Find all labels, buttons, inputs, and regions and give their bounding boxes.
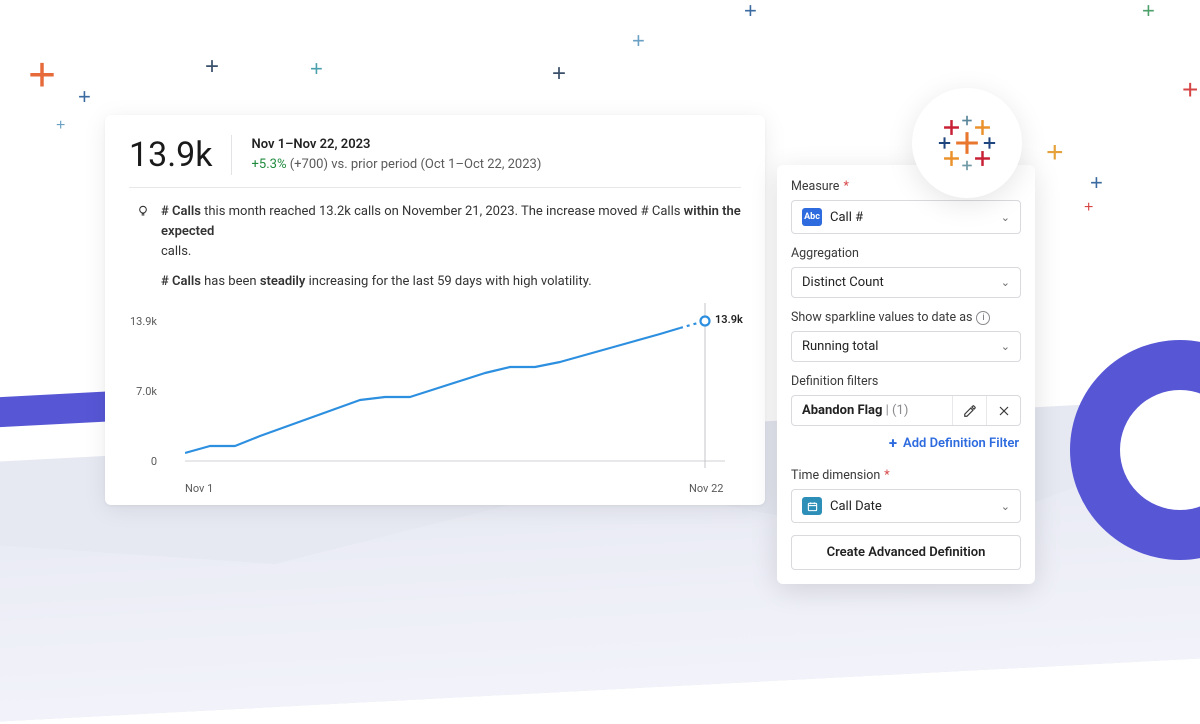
edit-filter-button[interactable] <box>952 396 986 425</box>
measure-select[interactable]: Abc Call # ⌄ <box>791 200 1021 234</box>
delta-detail: (+700) vs. prior period (Oct 1–Oct 22, 2… <box>286 157 541 172</box>
filter-name: Abandon Flag <box>802 403 882 418</box>
tableau-logo <box>912 88 1022 198</box>
date-range: Nov 1–Nov 22, 2023 <box>252 135 542 155</box>
aggregation-select[interactable]: Distinct Count ⌄ <box>791 267 1021 298</box>
chevron-down-icon: ⌄ <box>1001 211 1010 224</box>
measure-label: Measure <box>791 179 839 194</box>
insight-1: # Calls this month reached 13.2k calls o… <box>161 202 741 262</box>
sparkline-value: Running total <box>802 339 878 354</box>
x-tick-start: Nov 1 <box>185 482 213 495</box>
plus-icon: + <box>889 434 897 452</box>
sparkline-chart: 13.9k 7.0k 0 13.9k Nov 1 Nov 22 <box>149 303 741 493</box>
chart-svg <box>185 303 740 478</box>
measure-value: Call # <box>830 210 863 225</box>
delta-percent: +5.3% <box>252 157 287 172</box>
y-tick-max: 13.9k <box>130 315 157 328</box>
time-dimension-select[interactable]: Call Date ⌄ <box>791 489 1021 523</box>
metric-value: 13.9k <box>129 135 232 175</box>
create-advanced-definition-button[interactable]: Create Advanced Definition <box>791 535 1021 570</box>
calendar-icon <box>802 497 822 515</box>
filter-count: | (1) <box>882 403 908 418</box>
metric-card: 13.9k Nov 1–Nov 22, 2023 +5.3% (+700) vs… <box>105 115 765 505</box>
x-tick-end: Nov 22 <box>689 482 723 495</box>
y-tick-zero: 0 <box>151 455 157 468</box>
add-definition-filter-button[interactable]: + Add Definition Filter <box>791 426 1021 456</box>
abc-icon: Abc <box>802 208 822 226</box>
filters-label: Definition filters <box>791 374 878 389</box>
sparkline-label: Show sparkline values to date as <box>791 310 972 325</box>
time-dimension-value: Call Date <box>830 499 882 514</box>
definition-panel: Measure * Abc Call # ⌄ Aggregation Disti… <box>777 165 1035 584</box>
sparkline-select[interactable]: Running total ⌄ <box>791 331 1021 362</box>
chevron-down-icon: ⌄ <box>1001 500 1010 513</box>
chevron-down-icon: ⌄ <box>1001 340 1010 353</box>
time-dimension-label: Time dimension <box>791 468 880 483</box>
aggregation-label: Aggregation <box>791 246 859 261</box>
insight-2: # Calls has been steadily increasing for… <box>161 272 592 292</box>
chart-end-label: 13.9k <box>715 313 743 326</box>
metric-header: 13.9k Nov 1–Nov 22, 2023 +5.3% (+700) vs… <box>129 135 741 188</box>
chevron-down-icon: ⌄ <box>1001 276 1010 289</box>
definition-filter-row: Abandon Flag | (1) <box>791 395 1021 426</box>
aggregation-value: Distinct Count <box>802 275 884 290</box>
remove-filter-button[interactable] <box>986 396 1020 425</box>
insight-icon <box>135 203 151 219</box>
info-icon[interactable]: i <box>976 311 990 325</box>
y-tick-mid: 7.0k <box>136 385 157 398</box>
